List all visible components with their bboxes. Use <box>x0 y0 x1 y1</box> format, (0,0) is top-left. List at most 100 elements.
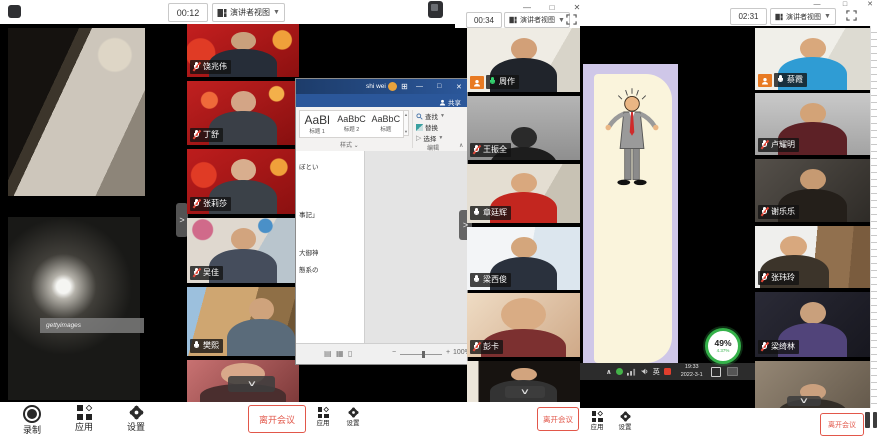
apps-icon <box>318 407 329 418</box>
share-button[interactable]: 共享 <box>439 97 461 107</box>
close-icon[interactable]: ✕ <box>863 0 877 8</box>
style-label: 标题 1 <box>309 127 325 135</box>
close-icon[interactable]: ✕ <box>456 83 462 91</box>
participant-tile[interactable]: 梁西俊 <box>467 227 580 290</box>
gallery-scroll[interactable]: ▲▼ <box>403 110 409 136</box>
name-label: 樊熙 <box>190 339 223 353</box>
minimize-icon[interactable]: — <box>810 0 824 8</box>
participant-name: 蔡霞 <box>787 76 803 84</box>
participant-tile[interactable]: 卢耀明 <box>755 93 870 155</box>
gauge-percent: 49% <box>714 339 731 348</box>
mic-muted-icon <box>761 273 768 283</box>
ribbon-options-icon[interactable]: ⊞ <box>401 82 408 91</box>
tray-pin-icon <box>711 367 721 377</box>
participant-tile[interactable]: 丁舒 <box>187 81 299 145</box>
tray-green-icon <box>616 368 623 375</box>
style-card[interactable]: AaBl 标题 1 <box>300 111 334 137</box>
shared-slide-panel <box>594 74 672 363</box>
participant-tile[interactable]: 彭卡 <box>467 293 580 357</box>
style-card[interactable]: AaBbC 标题 2 <box>334 111 368 137</box>
participant-name: 谢乐乐 <box>771 208 795 216</box>
mic-muted-icon <box>193 130 200 140</box>
styles-group-label: 样式 ⌄ <box>340 140 359 149</box>
style-label: 标题 2 <box>344 125 360 133</box>
participant-tile[interactable]: 章廷辉 <box>467 164 580 223</box>
leave-meeting-button[interactable]: 离开会议 <box>248 405 306 433</box>
view-mode-label: 演讲者视图 <box>520 15 555 25</box>
caret-down-icon: ▼ <box>824 13 831 20</box>
participant-name: 周作 <box>499 78 515 86</box>
settings-button[interactable]: 设置 <box>613 411 637 432</box>
leave-meeting-button[interactable]: 离开会议 <box>820 413 864 436</box>
search-icon <box>416 113 423 120</box>
participant-name: 吴佳 <box>203 269 219 277</box>
record-button[interactable]: 录制 <box>14 405 50 435</box>
maximize-icon[interactable]: □ <box>838 0 852 8</box>
volume-icon <box>640 367 649 376</box>
participant-tile[interactable]: 王振全 <box>467 96 580 160</box>
participant-tile[interactable]: 吴佳 <box>187 218 299 283</box>
view-read-icon[interactable]: ▤ <box>324 349 332 358</box>
mic-muted-icon <box>473 145 480 155</box>
participant-tile[interactable]: 张玮玲 <box>755 226 870 288</box>
mic-muted-icon <box>761 140 768 150</box>
scroll-down-button[interactable]: ∨ <box>787 396 821 406</box>
apps-button[interactable]: 应用 <box>310 407 336 428</box>
apps-button[interactable]: 应用 <box>66 405 102 432</box>
view-web-icon[interactable]: ▯ <box>348 349 352 358</box>
participants-scrollbar[interactable] <box>870 26 877 408</box>
participant-tile[interactable]: 梁绮林 <box>755 292 870 357</box>
find-button[interactable]: 查找▼ <box>416 111 445 121</box>
replace-button[interactable]: 替换 <box>416 122 438 132</box>
scroll-down-button[interactable]: ∨ <box>505 386 545 398</box>
word-document-area: ぼとい 事記」 大御神 態系の <box>296 151 467 344</box>
name-label: 王振全 <box>470 143 511 157</box>
settings-button[interactable]: 设置 <box>340 407 366 428</box>
zoom-slider-thumb[interactable] <box>422 351 425 358</box>
name-label: 彭卡 <box>470 340 503 354</box>
name-label: 吴佳 <box>190 266 223 280</box>
scroll-down-button[interactable]: ∨ <box>228 376 275 392</box>
network-icon <box>627 368 636 376</box>
mic-muted-icon <box>761 342 768 352</box>
account-avatar[interactable] <box>388 82 397 91</box>
participant-tile[interactable]: 张莉莎 <box>187 149 299 214</box>
participant-name: 梁西俊 <box>483 276 507 284</box>
minimize-icon[interactable]: — <box>416 83 423 90</box>
participant-tile-speaking[interactable]: 樊熙 <box>187 287 299 356</box>
zoom-slider[interactable] <box>400 354 442 355</box>
speaker-view-icon <box>775 13 783 21</box>
mic-muted-icon <box>761 207 768 217</box>
participant-tile-speaking[interactable]: 周作 <box>467 28 580 92</box>
select-button[interactable]: ▷ 选择▼ <box>416 133 443 143</box>
participant-tile[interactable]: 饶兆伟 <box>187 24 299 77</box>
mic-on-icon <box>489 77 496 87</box>
apps-button[interactable]: 应用 <box>585 411 609 432</box>
view-mode-button[interactable]: 演讲者视图 ▼ <box>770 8 836 25</box>
view-print-icon[interactable]: ▦ <box>336 349 344 358</box>
apps-label: 应用 <box>75 423 93 432</box>
word-statusbar: ▤ ▦ ▯ − + 100% <box>296 343 467 364</box>
gear-icon <box>620 411 631 422</box>
presenter-badge-icon <box>470 76 484 89</box>
view-mode-button[interactable]: 演讲者视图 ▼ <box>504 12 570 28</box>
leave-meeting-button[interactable]: 离开会议 <box>537 407 579 431</box>
caret-down-icon: ▼ <box>440 113 445 119</box>
speaker-view-icon <box>509 16 517 24</box>
maximize-icon[interactable]: □ <box>437 83 441 90</box>
fullscreen-icon[interactable] <box>565 13 578 26</box>
participant-tile[interactable]: 蔡霞 <box>755 28 870 90</box>
zoom-out-icon[interactable]: − <box>392 349 396 356</box>
meeting-timer: 00:34 <box>466 12 502 28</box>
zoom-in-icon[interactable]: + <box>446 349 450 356</box>
apps-icon <box>77 405 92 420</box>
settings-button[interactable]: 设置 <box>118 405 154 432</box>
collapse-ribbon-icon[interactable]: ∧ <box>459 142 463 149</box>
caret-down-icon: ▼ <box>273 9 280 16</box>
style-card[interactable]: AaBbC 标题 <box>369 111 403 137</box>
mic-muted-icon <box>193 268 200 278</box>
tray-clock-time: 19:33 <box>685 364 699 371</box>
view-mode-button[interactable]: 演讲者视图 ▼ <box>212 3 285 22</box>
fullscreen-icon[interactable] <box>845 9 858 22</box>
participant-tile[interactable]: 谢乐乐 <box>755 159 870 222</box>
